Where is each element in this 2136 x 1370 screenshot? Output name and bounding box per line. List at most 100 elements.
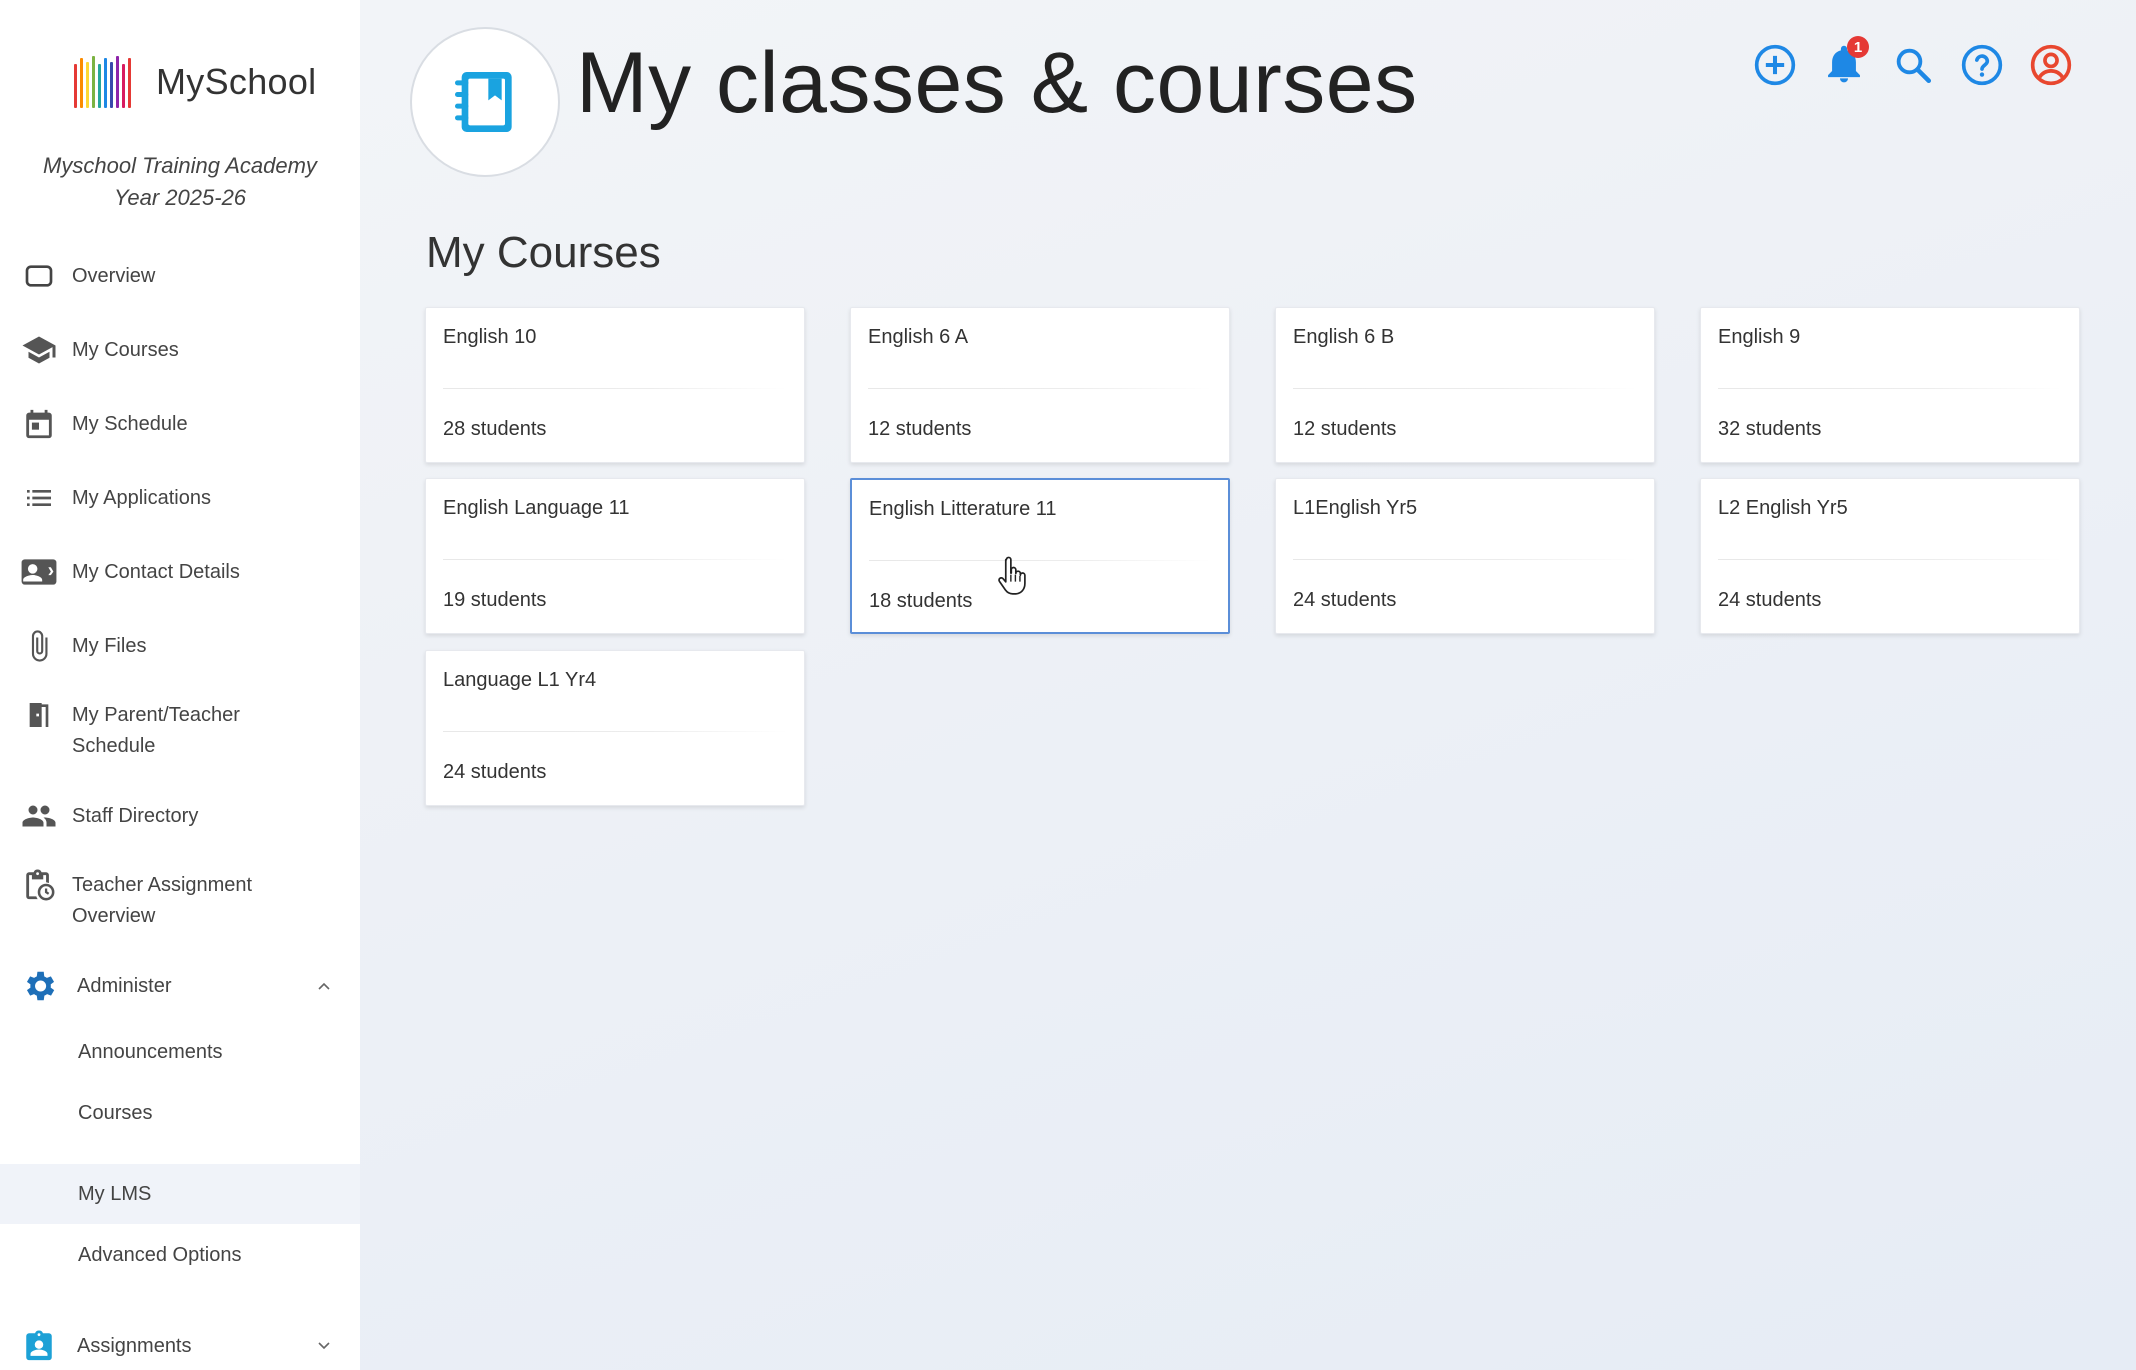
sidebar-item-staff-directory[interactable]: Staff Directory xyxy=(0,790,360,842)
clipboard-clock-icon xyxy=(20,866,58,904)
sidebar-item-my-contact-details[interactable]: My Contact Details xyxy=(0,546,360,598)
course-card[interactable]: English 10 28 students xyxy=(425,307,805,463)
course-name: English 10 xyxy=(443,326,537,348)
sidebar-item-label: My Courses xyxy=(72,338,179,361)
card-divider xyxy=(443,731,787,732)
card-divider xyxy=(1293,388,1637,389)
sidebar-item-parent-teacher-schedule[interactable]: My Parent/Teacher Schedule xyxy=(0,694,360,768)
profile-icon xyxy=(2030,44,2072,86)
assignment-icon xyxy=(20,1327,58,1365)
card-divider xyxy=(868,388,1212,389)
sidebar-item-label: Administer xyxy=(77,974,172,997)
sidebar-item-label: My Contact Details xyxy=(72,560,240,583)
help-button[interactable] xyxy=(1957,40,2007,90)
sidebar-item-my-courses[interactable]: My Courses xyxy=(0,324,360,376)
student-count: 24 students xyxy=(1293,589,1397,611)
list-icon xyxy=(20,479,58,517)
sidebar-item-teacher-assignment-overview[interactable]: Teacher Assignment Overview xyxy=(0,864,360,938)
course-name: English 6 A xyxy=(868,326,969,348)
sidebar-item-administer[interactable]: Administer xyxy=(0,960,360,1012)
card-divider xyxy=(1718,388,2062,389)
sidebar-item-assignments[interactable]: Assignments xyxy=(0,1320,360,1370)
sidebar-item-label: My Files xyxy=(72,634,147,657)
paperclip-icon xyxy=(20,627,58,665)
sidebar-subitem-courses[interactable]: Courses xyxy=(0,1083,360,1143)
sidebar-item-overview[interactable]: Overview xyxy=(0,250,360,302)
sidebar-item-my-schedule[interactable]: My Schedule xyxy=(0,398,360,450)
sidebar-item-label: Assignments xyxy=(77,1334,192,1357)
card-divider xyxy=(1718,559,2062,560)
card-divider xyxy=(1293,559,1637,560)
sidebar-item-my-files[interactable]: My Files xyxy=(0,620,360,672)
chevron-up-icon[interactable] xyxy=(316,978,332,994)
section-title: My Courses xyxy=(426,228,661,277)
help-icon xyxy=(1961,44,2003,86)
page-title: My classes & courses xyxy=(576,35,1418,131)
card-divider xyxy=(443,559,787,560)
gear-icon xyxy=(20,967,58,1005)
page-badge xyxy=(410,27,560,177)
course-name: English 9 xyxy=(1718,326,1801,348)
student-count: 12 students xyxy=(868,418,972,440)
sidebar-item-my-applications[interactable]: My Applications xyxy=(0,472,360,524)
school-name: Myschool Training Academy xyxy=(43,153,317,178)
course-name: L2 English Yr5 xyxy=(1718,497,1848,519)
overview-icon xyxy=(20,257,58,295)
course-card[interactable]: English 6 A 12 students xyxy=(850,307,1230,463)
notification-badge: 1 xyxy=(1847,36,1869,58)
brand[interactable]: MySchool xyxy=(74,54,316,110)
sidebar-subitem-label: My LMS xyxy=(78,1182,152,1205)
calendar-icon xyxy=(20,405,58,443)
app-name: MySchool xyxy=(156,61,317,102)
student-count: 19 students xyxy=(443,589,547,611)
course-card[interactable]: English Language 11 19 students xyxy=(425,478,805,634)
school-year: Year 2025-26 xyxy=(113,185,247,210)
sidebar-item-label: Overview xyxy=(72,264,156,287)
student-count: 24 students xyxy=(443,761,547,783)
course-card[interactable]: L1English Yr5 24 students xyxy=(1275,478,1655,634)
sidebar-item-label: My Schedule xyxy=(72,412,188,435)
student-count: 18 students xyxy=(869,590,973,612)
sidebar: MySchool Myschool Training Academy Year … xyxy=(0,0,360,1370)
student-count: 12 students xyxy=(1293,418,1397,440)
search-button[interactable] xyxy=(1888,40,1938,90)
sidebar-subitem-advanced-options[interactable]: Advanced Options xyxy=(0,1225,360,1285)
sidebar-subitem-announcements[interactable]: Announcements xyxy=(0,1022,360,1082)
student-count: 32 students xyxy=(1718,418,1822,440)
myschool-logo-icon xyxy=(74,56,134,108)
notebook-icon xyxy=(455,72,512,132)
card-divider xyxy=(443,388,787,389)
profile-button[interactable] xyxy=(2026,40,2076,90)
sidebar-subitem-label: Courses xyxy=(78,1101,153,1124)
course-name: English 6 B xyxy=(1293,326,1395,348)
door-icon xyxy=(20,696,58,734)
add-circle-icon xyxy=(1754,44,1796,86)
course-name: English Litterature 11 xyxy=(869,498,1057,520)
course-card[interactable]: English 9 32 students xyxy=(1700,307,2080,463)
sidebar-subitem-my-lms[interactable]: My LMS xyxy=(0,1164,360,1224)
people-icon xyxy=(20,797,58,835)
course-card-selected[interactable]: English Litterature 11 18 students xyxy=(850,478,1230,634)
sidebar-subitem-label: Announcements xyxy=(78,1040,223,1063)
sidebar-item-label: Staff Directory xyxy=(72,804,199,827)
course-card[interactable]: Language L1 Yr4 24 students xyxy=(425,650,805,806)
graduation-cap-icon xyxy=(20,331,58,369)
student-count: 24 students xyxy=(1718,589,1822,611)
notifications-button[interactable]: 1 xyxy=(1819,36,1869,90)
course-name: L1English Yr5 xyxy=(1293,497,1418,519)
card-divider xyxy=(869,560,1211,561)
add-button[interactable] xyxy=(1750,40,1800,90)
top-toolbar: 1 xyxy=(1731,36,2076,90)
course-card[interactable]: L2 English Yr5 24 students xyxy=(1700,478,2080,634)
school-info: Myschool Training Academy Year 2025-26 xyxy=(0,150,360,214)
sidebar-item-label: My Applications xyxy=(72,486,211,509)
course-card[interactable]: English 6 B 12 students xyxy=(1275,307,1655,463)
sidebar-item-label: My Parent/Teacher Schedule xyxy=(72,704,240,757)
sidebar-item-label: Teacher Assignment Overview xyxy=(72,874,253,927)
course-name: English Language 11 xyxy=(443,497,630,519)
chevron-down-icon[interactable] xyxy=(316,1338,332,1354)
hand-pointer-cursor-icon xyxy=(998,556,1026,595)
contact-card-icon xyxy=(20,553,58,591)
sidebar-subitem-label: Advanced Options xyxy=(78,1243,242,1266)
search-icon xyxy=(1896,48,1932,84)
